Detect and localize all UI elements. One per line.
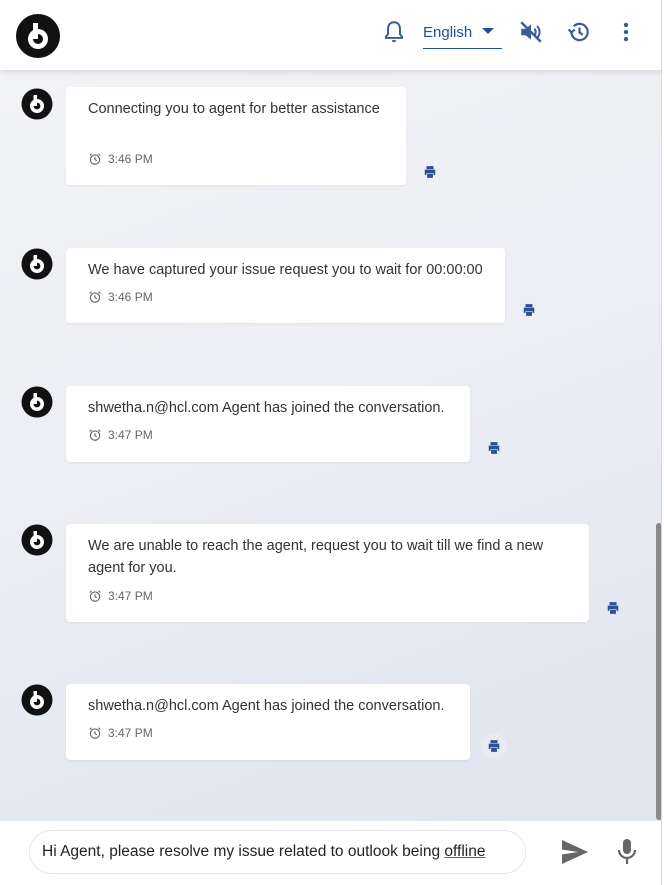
alarm-clock-icon	[89, 590, 101, 602]
message-text: shwetha.n@hcl.com Agent has joined the c…	[88, 698, 445, 714]
message-timestamp: 3:47 PM	[88, 428, 153, 442]
message-time: 3:47 PM	[108, 589, 153, 603]
print-icon	[523, 304, 535, 316]
mute-icon[interactable]	[518, 19, 544, 45]
alarm-clock-icon	[89, 291, 101, 303]
print-icon	[488, 442, 500, 454]
message-timestamp: 3:46 PM	[88, 152, 153, 166]
language-value: English	[423, 24, 473, 41]
alarm-clock-icon	[89, 429, 101, 441]
history-icon[interactable]	[566, 19, 592, 45]
spellcheck-flagged-word: offline	[444, 843, 486, 860]
message-text: We have captured your issue request you …	[88, 262, 483, 278]
print-button[interactable]	[481, 435, 507, 461]
bot-avatar-icon	[21, 88, 53, 120]
message-bubble: shwetha.n@hcl.com Agent has joined the c…	[66, 386, 470, 462]
message-input[interactable]: Hi Agent, please resolve my issue relate…	[29, 830, 526, 874]
brand-logo-icon	[16, 14, 60, 58]
chevron-down-icon	[482, 28, 494, 34]
message-timestamp: 3:47 PM	[88, 589, 153, 603]
bell-icon[interactable]	[381, 19, 407, 45]
bot-avatar-icon	[21, 386, 53, 418]
message-timestamp: 3:47 PM	[88, 726, 153, 740]
message-time: 3:46 PM	[108, 290, 153, 304]
message-timestamp: 3:46 PM	[88, 290, 153, 304]
chat-window: English Connecting you to agent for bett…	[0, 0, 662, 885]
message-time: 3:47 PM	[108, 726, 153, 740]
print-button[interactable]	[516, 297, 542, 323]
scrollbar-thumb[interactable]	[656, 523, 661, 820]
print-button[interactable]	[600, 595, 626, 621]
alarm-clock-icon	[89, 153, 101, 165]
message-bubble: Connecting you to agent for better assis…	[66, 87, 406, 185]
message-bubble: We are unable to reach the agent, reques…	[66, 524, 589, 622]
composer-bar: Hi Agent, please resolve my issue relate…	[0, 821, 661, 885]
language-select[interactable]: English	[423, 18, 502, 49]
print-icon	[607, 602, 619, 614]
bot-avatar-icon	[21, 524, 53, 556]
alarm-clock-icon	[89, 727, 101, 739]
message-time: 3:46 PM	[108, 152, 153, 166]
more-vert-icon[interactable]	[613, 19, 639, 45]
print-icon	[424, 166, 436, 178]
bot-avatar-icon	[21, 684, 53, 716]
message-bubble: shwetha.n@hcl.com Agent has joined the c…	[66, 684, 470, 760]
message-text: We are unable to reach the agent, reques…	[88, 538, 544, 576]
print-button[interactable]	[481, 733, 507, 759]
chat-header: English	[0, 0, 661, 70]
microphone-icon[interactable]	[615, 837, 639, 867]
message-bubble: We have captured your issue request you …	[66, 248, 505, 323]
message-text: shwetha.n@hcl.com Agent has joined the c…	[88, 400, 445, 416]
send-icon[interactable]	[560, 838, 590, 866]
bot-avatar-icon	[21, 248, 53, 280]
print-icon	[488, 740, 500, 752]
print-button[interactable]	[417, 159, 443, 185]
message-input-text: Hi Agent, please resolve my issue relate…	[42, 843, 445, 860]
message-text: Connecting you to agent for better assis…	[88, 101, 380, 117]
message-time: 3:47 PM	[108, 428, 153, 442]
